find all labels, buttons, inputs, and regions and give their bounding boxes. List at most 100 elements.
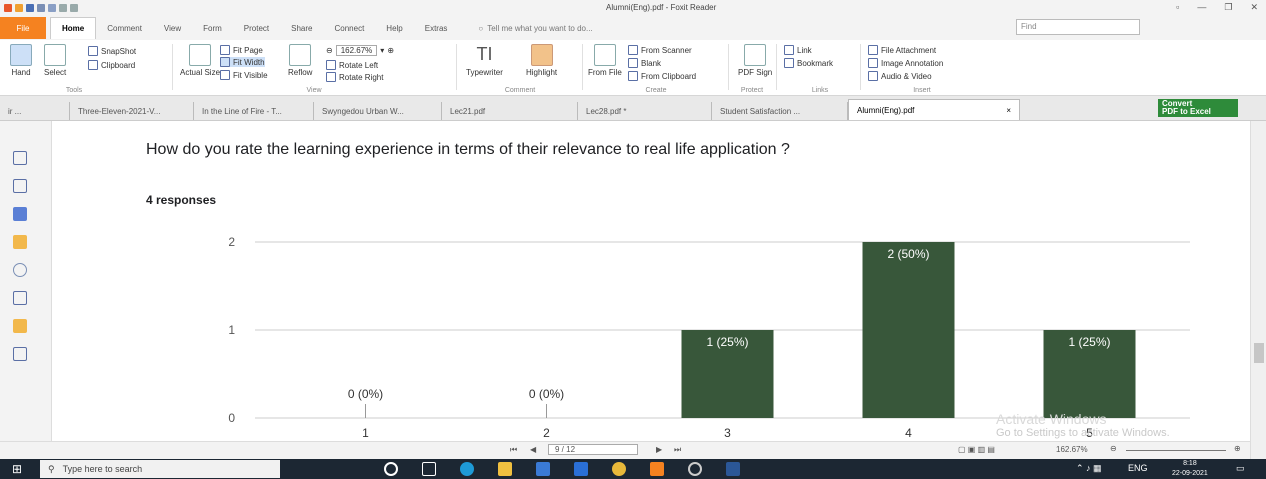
tab-share[interactable]: Share	[280, 17, 323, 39]
from-scanner-button[interactable]: From Scanner	[628, 45, 692, 55]
comments-icon[interactable]	[13, 235, 27, 249]
system-tray-icons[interactable]: ⌃ ♪ ▦	[1076, 463, 1102, 474]
fit-page-button[interactable]: Fit Page	[220, 45, 263, 55]
attachment-nav-icon[interactable]	[13, 263, 27, 277]
fit-visible-label: Fit Visible	[233, 70, 268, 80]
fit-width-label: Fit Width	[233, 57, 265, 67]
audio-video-button[interactable]: Audio & Video	[868, 71, 932, 81]
file-attachment-button[interactable]: File Attachment	[868, 45, 936, 55]
redo-icon[interactable]	[70, 4, 78, 12]
tab-extras[interactable]: Extras	[414, 17, 459, 39]
rotate-left-button[interactable]: Rotate Left	[326, 60, 378, 70]
tab-doc-active[interactable]: Alumni(Eng).pdf ×	[848, 99, 1020, 120]
tab-doc-3[interactable]: In the Line of Fire - T...	[194, 102, 314, 120]
language-indicator[interactable]: ENG	[1128, 463, 1148, 473]
layers-icon[interactable]	[13, 207, 27, 221]
word-icon[interactable]	[726, 462, 740, 476]
tab-comment[interactable]: Comment	[96, 17, 153, 39]
actual-size-button[interactable]: Actual Size	[180, 44, 220, 77]
clipboard-button[interactable]: Clipboard	[88, 60, 135, 70]
page-icon[interactable]	[13, 151, 27, 165]
fit-width-button[interactable]: Fit Width	[220, 57, 265, 67]
tab-connect[interactable]: Connect	[324, 17, 376, 39]
image-annotation-button[interactable]: Image Annotation	[868, 58, 943, 68]
reflow-button[interactable]: Reflow	[288, 44, 312, 77]
select-button[interactable]: Select	[44, 44, 66, 77]
settings-icon[interactable]	[688, 462, 702, 476]
close-icon[interactable]: ✕	[1250, 2, 1258, 13]
convert-pdf-to-excel-button[interactable]: Convert PDF to Excel	[1158, 99, 1238, 117]
highlight-icon	[530, 44, 553, 66]
window-icon[interactable]	[48, 4, 56, 12]
page-input[interactable]: 9 / 12	[548, 444, 638, 455]
pdf-sign-button[interactable]: PDF Sign	[738, 44, 772, 77]
search-icon[interactable]	[13, 347, 27, 361]
from-file-button[interactable]: From File	[588, 44, 622, 77]
blank-button[interactable]: Blank	[628, 58, 661, 68]
tab-doc-1[interactable]: ir ...	[0, 102, 70, 120]
open-icon[interactable]	[15, 4, 23, 12]
zoom-out-icon[interactable]: ⊖	[326, 46, 333, 55]
tab-view[interactable]: View	[153, 17, 192, 39]
zoom-out-status-icon[interactable]: ⊖	[1110, 444, 1117, 453]
tab-help[interactable]: Help	[375, 17, 413, 39]
from-clipboard-button[interactable]: From Clipboard	[628, 71, 696, 81]
tab-doc-7[interactable]: Student Satisfaction ...	[712, 102, 848, 120]
watermark-subtitle: Go to Settings to activate Windows.	[996, 427, 1170, 439]
rotate-right-button[interactable]: Rotate Right	[326, 72, 383, 82]
mail-icon[interactable]	[574, 462, 588, 476]
hand-button[interactable]: Hand	[10, 44, 32, 77]
zoom-in-status-icon[interactable]: ⊕	[1234, 444, 1241, 453]
lock-icon[interactable]	[13, 319, 27, 333]
close-tab-icon[interactable]: ×	[1006, 106, 1011, 115]
zoom-slider[interactable]	[1126, 450, 1226, 451]
tell-me-box[interactable]: ○ Tell me what you want to do...	[478, 24, 592, 33]
taskbar: ⊞ ⚲ Type here to search ⌃ ♪ ▦ ENG 8:18 2…	[0, 459, 1266, 479]
link-button[interactable]: Link	[784, 45, 812, 55]
fit-visible-button[interactable]: Fit Visible	[220, 70, 268, 80]
view-mode-icons[interactable]: ▢ ▣ ▥ ▤	[958, 445, 995, 454]
highlight-button[interactable]: Highlight	[526, 44, 557, 77]
zoom-in-icon[interactable]: ⊕	[387, 46, 394, 55]
tab-home[interactable]: Home	[50, 17, 97, 39]
last-page-icon[interactable]: ⏭	[674, 445, 681, 455]
tab-form[interactable]: Form	[192, 17, 233, 39]
edge-icon[interactable]	[460, 462, 474, 476]
taskbar-search[interactable]: ⚲ Type here to search	[40, 460, 280, 478]
signature-icon[interactable]	[13, 291, 27, 305]
file-explorer-icon[interactable]	[498, 462, 512, 476]
clock[interactable]: 8:18 22-09-2021	[1172, 459, 1208, 479]
foxit-icon[interactable]	[650, 462, 664, 476]
scroll-thumb[interactable]	[1254, 343, 1264, 363]
find-input[interactable]: Find	[1016, 19, 1140, 35]
maximize-icon[interactable]: ❐	[1224, 2, 1232, 13]
zoom-control[interactable]: ⊖ 162.67% ▾ ⊕	[326, 45, 394, 56]
vertical-scrollbar[interactable]	[1250, 121, 1266, 459]
tab-protect[interactable]: Protect	[233, 17, 280, 39]
ribbon-toggle-icon[interactable]: ▫	[1176, 2, 1179, 13]
zoom-dropdown-icon[interactable]: ▾	[380, 46, 384, 55]
undo-icon[interactable]	[59, 4, 67, 12]
tab-doc-2[interactable]: Three-Eleven-2021-V...	[70, 102, 194, 120]
next-page-icon[interactable]: ▶	[656, 445, 662, 454]
cortana-icon[interactable]	[384, 462, 398, 476]
prev-page-icon[interactable]: ◀	[530, 445, 536, 454]
store-icon[interactable]	[536, 462, 550, 476]
thumbnail-icon[interactable]	[13, 179, 27, 193]
print-icon[interactable]	[37, 4, 45, 12]
windows-start-icon[interactable]: ⊞	[12, 462, 22, 476]
minimize-icon[interactable]: —	[1197, 2, 1206, 13]
bookmark-button[interactable]: Bookmark	[784, 58, 833, 68]
tab-doc-4[interactable]: Swyngedou Urban W...	[314, 102, 442, 120]
task-view-icon[interactable]	[422, 462, 436, 476]
notification-icon[interactable]: ▭	[1236, 463, 1245, 474]
chrome-icon[interactable]	[612, 462, 626, 476]
first-page-icon[interactable]: ⏮	[510, 445, 517, 455]
tab-doc-5[interactable]: Lec21.pdf	[442, 102, 578, 120]
typewriter-button[interactable]: TI Typewriter	[466, 44, 503, 77]
file-menu[interactable]: File	[0, 17, 46, 39]
tab-doc-6[interactable]: Lec28.pdf *	[578, 102, 712, 120]
zoom-input[interactable]: 162.67%	[335, 45, 378, 56]
snapshot-button[interactable]: SnapShot	[88, 46, 136, 56]
save-icon[interactable]	[26, 4, 34, 12]
